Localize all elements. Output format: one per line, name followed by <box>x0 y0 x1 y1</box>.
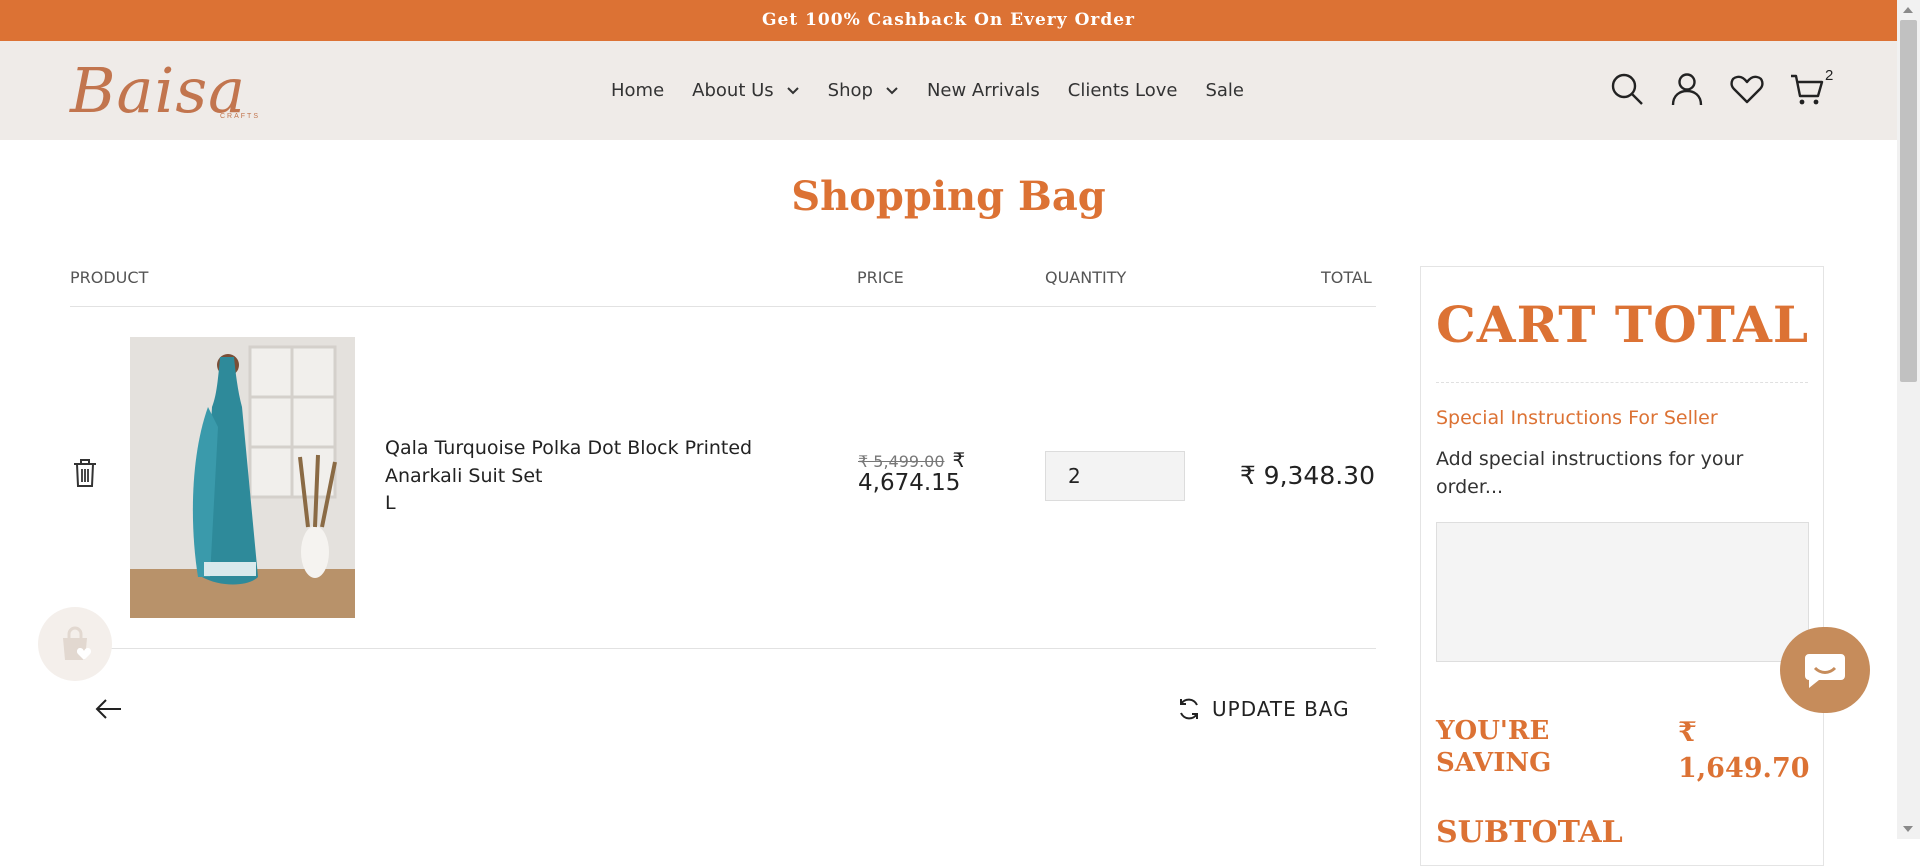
price-original: ₹ 5,499.00 <box>858 452 945 471</box>
chevron-down-icon <box>886 86 898 94</box>
scroll-down-arrow-icon[interactable] <box>1903 826 1913 832</box>
update-bag-label: UPDATE BAG <box>1212 697 1350 721</box>
wishlist-heart-icon <box>1730 75 1764 104</box>
arrow-left-icon <box>95 699 121 719</box>
column-header-product: PRODUCT <box>70 268 149 287</box>
product-name[interactable]: Qala Turquoise Polka Dot Block Printed A… <box>385 434 785 490</box>
nav-item-about-us[interactable]: About Us <box>692 80 800 101</box>
search-button[interactable] <box>1609 71 1645 107</box>
cart-icon <box>1791 74 1824 105</box>
nav-item-sale[interactable]: Sale <box>1205 80 1244 101</box>
cart-count-badge: 2 <box>1825 67 1834 84</box>
price-currency-symbol: ₹ <box>952 448 966 472</box>
line-total: ₹ 9,348.30 <box>1239 461 1375 490</box>
header-icons: 2 <box>1585 67 1833 107</box>
continue-shopping-button[interactable] <box>95 695 123 723</box>
nav-label: Sale <box>1205 80 1244 101</box>
table-header-divider <box>70 306 1376 307</box>
site-header: Baisa CRAFTS Home About Us Shop New Arri… <box>0 41 1897 140</box>
special-instructions-description: Add special instructions for your order.… <box>1436 448 1744 498</box>
logo-wordmark: Baisa <box>70 54 247 127</box>
chat-widget-button[interactable] <box>1780 627 1870 713</box>
trash-icon <box>74 459 96 487</box>
price-sale: 4,674.15 <box>858 470 961 496</box>
update-bag-button[interactable]: UPDATE BAG <box>1176 696 1350 722</box>
product-image[interactable] <box>130 337 355 618</box>
page-title: Shopping Bag <box>791 173 1106 220</box>
column-header-quantity: QUANTITY <box>1045 268 1127 287</box>
nav-item-home[interactable]: Home <box>611 80 664 101</box>
saving-value: ₹ 1,649.70 <box>1678 717 1810 784</box>
nav-label: About Us <box>692 80 774 101</box>
nav-label: Clients Love <box>1067 80 1178 101</box>
announcement-text: Get 100% Cashback On Every Order <box>761 10 1135 30</box>
cart-total-divider <box>1436 382 1808 383</box>
chevron-down-icon <box>786 86 799 94</box>
product-price: ₹ 5,499.00 ₹ 4,674.15 <box>858 448 988 496</box>
cart-total-panel: CART TOTAL Special Instructions For Sell… <box>1420 266 1824 866</box>
nav-item-new-arrivals[interactable]: New Arrivals <box>927 80 1040 101</box>
refresh-icon <box>1180 698 1198 720</box>
page-scrollbar[interactable] <box>1897 0 1920 839</box>
product-variant: L <box>385 492 396 514</box>
nav-label: Shop <box>827 80 873 101</box>
scroll-up-arrow-icon[interactable] <box>1903 7 1913 13</box>
chat-bubble-icon <box>1805 654 1845 688</box>
column-header-total: TOTAL <box>1321 268 1372 287</box>
announcement-bar: Get 100% Cashback On Every Order <box>0 0 1897 41</box>
product-photo-illustration <box>130 337 355 618</box>
cart-total-title: CART TOTAL <box>1436 295 1810 354</box>
remove-item-button[interactable] <box>72 458 98 488</box>
nav-label: New Arrivals <box>926 80 1040 101</box>
saving-label: YOU'RE SAVING <box>1436 716 1552 778</box>
brand-logo[interactable]: Baisa CRAFTS <box>70 49 260 133</box>
column-header-price: PRICE <box>857 268 904 287</box>
wishlist-button[interactable] <box>1729 71 1765 107</box>
main-nav: Home About Us Shop New Arrivals Clients … <box>611 41 1272 140</box>
nav-item-clients-love[interactable]: Clients Love <box>1068 80 1178 101</box>
nav-label: Home <box>611 80 665 101</box>
rewards-widget-button[interactable] <box>38 607 112 681</box>
quantity-input[interactable] <box>1045 451 1185 501</box>
subtotal-label: SUBTOTAL <box>1436 815 1623 850</box>
account-icon <box>1671 73 1703 106</box>
logo-subtitle: CRAFTS <box>220 113 260 120</box>
cart-button[interactable]: 2 <box>1789 67 1833 107</box>
table-row-divider <box>70 648 1376 649</box>
special-instructions-label: Special Instructions For Seller <box>1436 407 1718 429</box>
account-button[interactable] <box>1669 71 1705 107</box>
shopping-bag-heart-icon <box>63 626 92 660</box>
nav-item-shop[interactable]: Shop <box>828 80 899 101</box>
scrollbar-thumb[interactable] <box>1900 20 1917 382</box>
special-instructions-textarea[interactable] <box>1436 522 1809 662</box>
search-icon <box>1611 73 1643 105</box>
